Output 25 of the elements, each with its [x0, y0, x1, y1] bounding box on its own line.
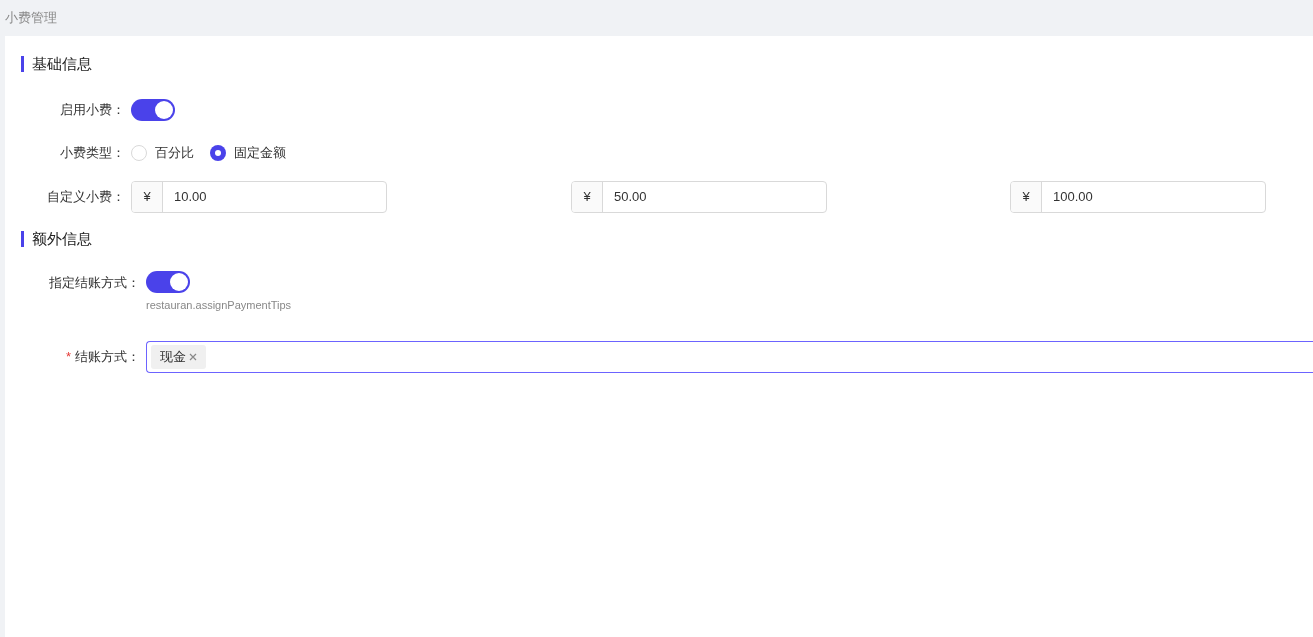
payment-select[interactable]: 现金	[146, 340, 1313, 373]
field-label: 自定义小费：	[47, 188, 125, 207]
hint-text: restauran.assignPaymentTips	[146, 298, 292, 313]
amount-input[interactable]: ¥ 100.00	[1010, 181, 1266, 213]
close-icon[interactable]	[189, 352, 197, 361]
section-title: 额外信息	[32, 228, 92, 249]
field-label: 启用小费：	[60, 101, 125, 120]
field-label: 小费类型：	[60, 144, 125, 163]
currency-prefix: ¥	[572, 182, 603, 212]
required-mark: *	[65, 347, 71, 366]
page-title: 小费管理	[5, 9, 57, 28]
currency-prefix: ¥	[1011, 182, 1042, 212]
radio-option[interactable]: 固定金额	[210, 143, 286, 163]
amount-input[interactable]: ¥ 50.00	[571, 181, 827, 213]
radio-option[interactable]: 百分比	[131, 143, 194, 163]
field-label: 指定结账方式：	[49, 274, 140, 293]
selected-tag: 现金	[151, 344, 206, 369]
amount-input[interactable]: ¥ 10.00	[131, 181, 387, 213]
section-title: 基础信息	[32, 53, 92, 74]
radio-button[interactable]	[210, 145, 226, 161]
radio-button[interactable]	[131, 145, 147, 161]
currency-prefix: ¥	[132, 182, 163, 212]
field-label: 结账方式：	[75, 347, 140, 366]
toggle-switch[interactable]	[131, 99, 175, 121]
toggle-switch[interactable]	[146, 271, 190, 293]
